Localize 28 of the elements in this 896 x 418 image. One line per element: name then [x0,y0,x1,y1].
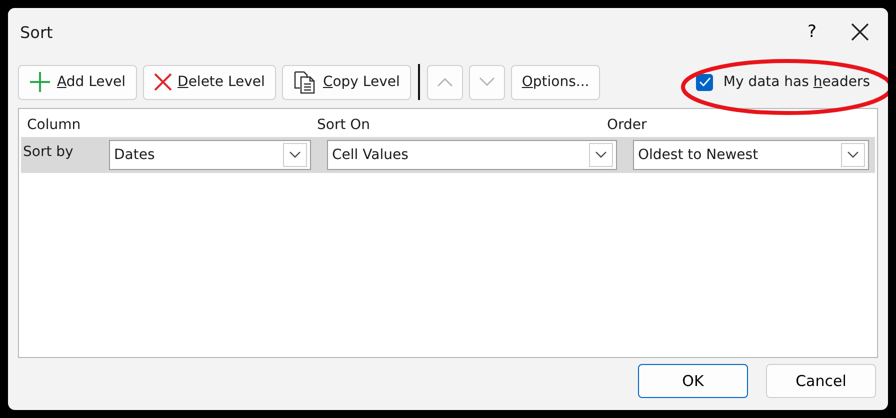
ok-button[interactable]: OK [638,364,748,398]
order-dropdown[interactable]: Oldest to Newest [633,140,869,170]
column-header: Order [606,116,648,135]
window-title: Sort [20,22,54,42]
column-header: Column [26,116,82,135]
chevron-up-icon [436,77,453,87]
chevron-down-icon [595,151,607,159]
cancel-button[interactable]: Cancel [766,364,876,398]
chevron-down-icon [289,151,301,159]
sort-on-dropdown[interactable]: Cell Values [327,140,617,170]
add-level-button[interactable]: Add Level [18,64,137,100]
column-header: Sort On [316,116,372,135]
delete-level-button[interactable]: Delete Level [142,64,276,100]
help-button[interactable]: ? [792,12,832,52]
plus-icon [29,71,51,93]
checkbox-label[interactable]: My data has headers [723,74,870,90]
row-label: Sort by [22,143,74,162]
headers-checkbox[interactable] [696,74,714,90]
column-dropdown[interactable]: Dates [109,140,311,170]
close-icon [851,23,869,41]
copy-icon [292,70,317,94]
chevron-down-icon [478,77,495,87]
options-button[interactable]: Options... [510,64,600,100]
close-icon [154,73,172,91]
sort-level-row[interactable]: Sort by Dates Cell Values Oldest to Newest [21,137,875,173]
copy-level-button[interactable]: Copy Level [282,64,411,100]
checkmark-icon [698,77,711,87]
chevron-down-icon [847,151,859,159]
